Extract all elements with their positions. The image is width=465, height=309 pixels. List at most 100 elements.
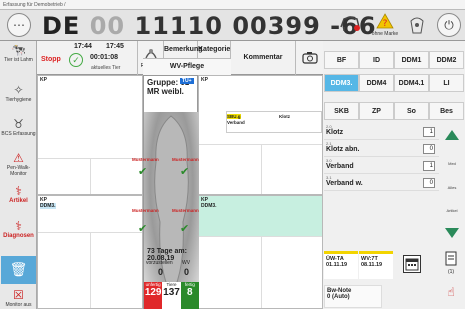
sidebar-item-label: Artikel (9, 198, 28, 204)
pen-divider (90, 232, 91, 308)
pen-grid (38, 90, 142, 194)
timer-label: aktuelles Tier (91, 65, 121, 71)
pen-kp-label: KP (40, 77, 47, 83)
code-button-ddm3[interactable]: DDM3. (324, 74, 359, 92)
field-klotz-abn[interactable]: 2.1 Klotz abn. 0 (324, 141, 439, 157)
sidebar-item-pen-walk[interactable]: ⚠ Pen-Walk-Monitor (1, 151, 36, 179)
sidebar-item-hygiene[interactable]: ✧ Tierhygiene (1, 83, 36, 113)
sidebar: 🐄 Tier ist Lahm ✧ Tierhygiene ♉ BCS Erfa… (0, 41, 37, 309)
sidebar-item-lame[interactable]: 🐄 Tier ist Lahm (1, 43, 36, 75)
bcs-cow-icon: ♉ (13, 117, 24, 131)
list-counter-button[interactable]: (1) (439, 251, 463, 279)
sidebar-item-bcs[interactable]: ♉ BCS Erfassung (1, 117, 36, 147)
check-icon[interactable]: ✔ (180, 165, 189, 178)
menu-button[interactable]: ⋯ (7, 13, 31, 37)
sidebar-item-label: Tierhygiene (5, 97, 32, 103)
bw-note-box[interactable]: Bw-Note 0 (Auto) (324, 285, 382, 308)
cow-scan-icon (340, 16, 360, 31)
unfertig-value: 129 (144, 287, 162, 298)
field-klotz[interactable]: 2.0 Klotz 1 (324, 124, 439, 140)
tag-main: 11110 (134, 12, 223, 40)
code-button-ddm2[interactable]: DDM2 (429, 51, 464, 69)
camera-button[interactable] (296, 41, 323, 75)
filter-med[interactable]: Med (441, 161, 463, 166)
field-value[interactable]: 0 (423, 178, 435, 188)
code-button-skb[interactable]: SKB (324, 102, 359, 120)
pen-front-left[interactable]: KP (37, 75, 143, 195)
mark-button[interactable] (405, 13, 429, 39)
counter-label: (1) (447, 269, 455, 275)
field-value[interactable]: 1 (423, 127, 435, 137)
code-button-li[interactable]: LI (429, 74, 464, 92)
pen-divider (199, 236, 322, 237)
wv-label: WV (182, 260, 191, 266)
scroll-up-button[interactable] (441, 125, 463, 145)
diagnosis-icon: ⚕ (15, 219, 22, 233)
field-value[interactable]: 1 (423, 161, 435, 171)
power-button[interactable]: ⏻ (437, 13, 461, 37)
pen-ddm-label: DDM3. (40, 203, 56, 209)
sidebar-item-delete[interactable]: 🗑 (1, 256, 36, 284)
filter-artikel[interactable]: Artikel (441, 208, 463, 213)
code-button-bf[interactable]: BF (324, 51, 359, 69)
pen-rear-right[interactable]: KP DDM3. (198, 195, 323, 309)
pen-highlight (199, 196, 322, 236)
cow-scan-button[interactable] (335, 13, 365, 39)
status-badge: TU+ (180, 78, 194, 84)
action-bar: Stopp 17:44 17:45 ✓ 00:01:08 aktuelles T… (37, 41, 323, 75)
wv-7t-box[interactable]: WV:7T 08.11.19 (359, 251, 393, 279)
hand-button[interactable]: ☝ (439, 285, 463, 308)
tiere-value: 137 (163, 287, 180, 298)
filter-alles[interactable]: Alles (441, 185, 463, 190)
article-icon: ⚕ (15, 184, 22, 198)
code-button-ddm1[interactable]: DDM1 (394, 51, 429, 69)
timer-box: 17:44 17:45 ✓ 00:01:08 aktuelles Tier (66, 41, 138, 75)
sidebar-item-label: Monitor aus (5, 302, 32, 308)
code-button-zp[interactable]: ZP (359, 102, 394, 120)
field-verband-w[interactable]: 3.1 Verband w. 0 (324, 175, 439, 191)
document-icon (445, 251, 457, 266)
uew-ta-box[interactable]: ÜW-TA 01.11.19 (324, 251, 358, 279)
check-icon[interactable]: ✔ (180, 222, 189, 235)
code-button-so[interactable]: So (394, 102, 429, 120)
tag-country: DE (42, 12, 81, 40)
kategorie-label: Kategorie (198, 46, 231, 53)
bemerkung-label: Bemerkung (164, 46, 203, 53)
trash-icon: 🗑 (9, 261, 28, 277)
hoof-label-front-right: Mustermann (172, 157, 199, 162)
pen-rear-left[interactable]: KP DDM3. (37, 195, 143, 309)
field-name: Klotz (326, 129, 344, 136)
code-button-ddm4-1[interactable]: DDM4.1 (394, 74, 429, 92)
sidebar-item-artikel[interactable]: ⚕ Artikel (1, 184, 36, 214)
tag-prefix: 00 (89, 12, 126, 40)
no-mark-button[interactable]: ? ohne Marke (370, 13, 400, 39)
code-button-ddm4[interactable]: DDM4 (359, 74, 394, 92)
scroll-down-button[interactable] (441, 223, 463, 243)
hoof-label-front-left: Mustermann (132, 157, 159, 162)
field-verband[interactable]: 3.0 Verband 1 (324, 158, 439, 174)
calendar-button[interactable] (403, 255, 421, 273)
code-button-bes[interactable]: Bes (429, 102, 464, 120)
code-button-id[interactable]: ID (359, 51, 394, 69)
pen-front-right[interactable]: KP SBU.g Verband Klotz (198, 75, 323, 195)
kommentar-label: Kommentar (243, 54, 283, 61)
check-icon[interactable]: ✔ (138, 222, 147, 235)
field-name: Klotz abn. (326, 146, 360, 153)
sidebar-item-label: BCS Erfassung (1, 131, 36, 137)
arrow-up-icon (445, 130, 459, 140)
tiere-box: Tiere 137 (162, 282, 181, 309)
animal-ear-tag: DE 00 11110 00399 -66 (42, 12, 377, 40)
wv-value: 0 (184, 267, 190, 277)
check-icon[interactable]: ✔ (138, 165, 147, 178)
check-circle-icon[interactable]: ✓ (69, 53, 83, 67)
pen-divider (261, 236, 262, 308)
stopp-label[interactable]: Stopp (41, 56, 61, 63)
sidebar-item-diagnosen[interactable]: ⚕ Diagnosen (1, 219, 36, 251)
vorzustellen-label: vorzustellen (146, 260, 173, 266)
wv-7t-date: 08.11.19 (361, 262, 383, 268)
field-value[interactable]: 0 (423, 144, 435, 154)
pen-divider (38, 158, 142, 159)
kommentar-button[interactable]: Kommentar (231, 41, 296, 75)
header: ⋯ DE 00 11110 00399 -66 ? ohne Marke ⏻ (0, 10, 465, 41)
sidebar-item-monitor-off[interactable]: ☒ Monitor aus (1, 288, 36, 308)
